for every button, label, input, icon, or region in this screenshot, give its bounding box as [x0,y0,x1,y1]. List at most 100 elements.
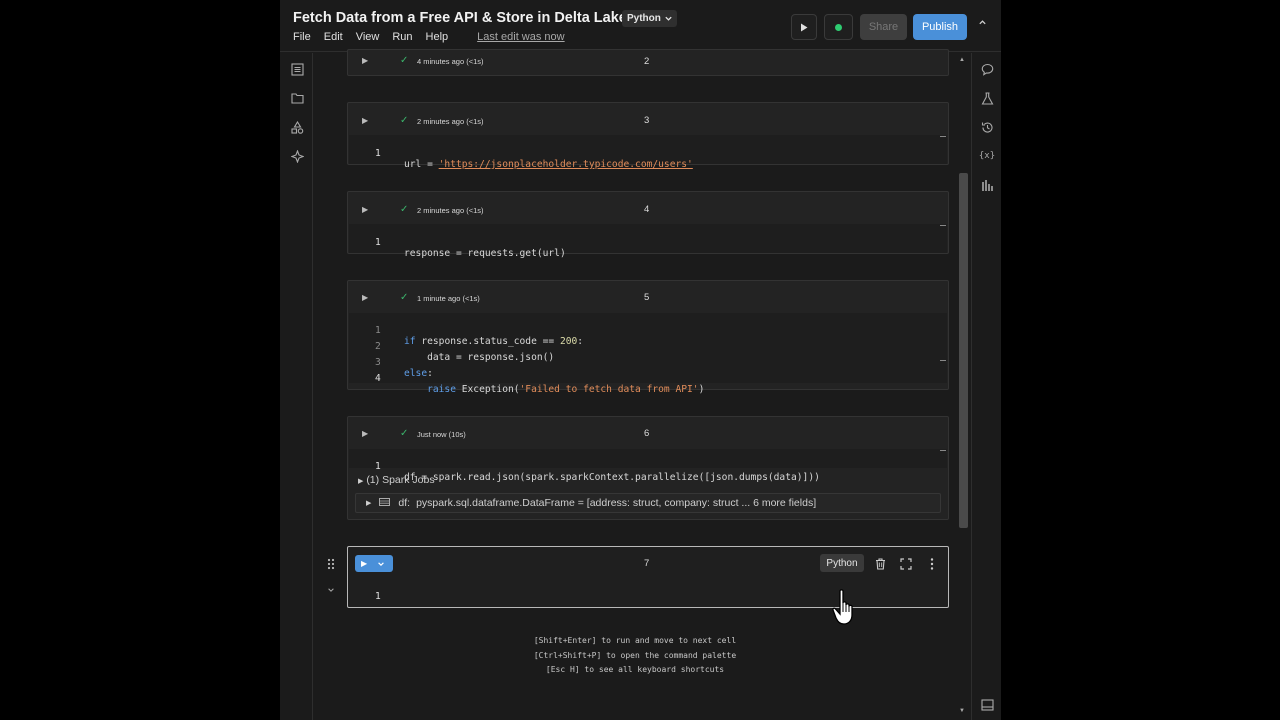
dataframe-name: df: [398,497,411,509]
expand-icon[interactable] [900,557,912,575]
cell-number: 4 [644,204,650,215]
notebook-title[interactable]: Fetch Data from a Free API & Store in De… [293,10,627,26]
panel-toggle-icon[interactable] [979,697,995,713]
assistant-sparkle-icon[interactable] [289,148,305,164]
play-icon [801,23,808,31]
cell-status: 1 minute ago (<1s) [417,294,480,303]
scroll-up-icon[interactable]: ▲ [959,57,965,63]
cell-status: 4 minutes ago (<1s) [417,57,484,66]
success-check-icon: ✓ [400,115,409,126]
code-editor[interactable]: 1 df = spark.read.json(spark.sparkContex… [349,449,947,483]
code-text: df = spark.read.json(spark.sparkContext.… [404,472,820,483]
code-editor[interactable]: 1 if response.status_code == 200: 2 data… [349,313,947,395]
code-line: 3 else: [349,346,947,379]
caret-right-icon: ▶ [366,500,372,507]
code-fragment: url = [404,159,439,170]
publish-button[interactable]: Publish [913,14,967,40]
chevron-down-icon [378,561,384,566]
more-options-icon[interactable] [930,557,934,575]
share-button[interactable]: Share [860,14,907,40]
hint-line: [Ctrl+Shift+P] to open the command palet… [533,650,737,660]
right-sidebar: {x} [971,53,1001,720]
code-keyword: raise [404,384,456,395]
code-fragment: Exception( [455,384,520,395]
spark-jobs-toggle[interactable]: ▶ (1) Spark Jobs [358,474,435,486]
code-line: 4 raise Exception('Failed to fetch data … [349,362,947,395]
left-sidebar [280,53,313,720]
chevron-up-icon[interactable] [978,18,987,30]
scroll-down-icon[interactable]: ▼ [959,708,965,714]
line-number: 1 [375,237,381,248]
notebook-cell[interactable]: ▶ ✓ 2 minutes ago (<1s) 4 1 response = r… [347,191,949,259]
success-check-icon: ✓ [400,204,409,215]
code-string: 'https://jsonplaceholder.typicode.com/us… [438,159,693,170]
code-editor[interactable]: 1 url = 'https://jsonplaceholder.typicod… [349,135,947,170]
run-all-button[interactable] [791,14,817,40]
bar-chart-icon[interactable] [979,177,995,193]
notebook-cell[interactable]: ▶ ✓ 2 minutes ago (<1s) 3 1 url = 'https… [347,102,949,170]
cell-language-button[interactable]: Python [820,554,864,572]
experiment-flask-icon[interactable] [979,90,995,106]
line-number: 1 [375,461,381,472]
code-line: 1 url = 'https://jsonplaceholder.typicod… [349,137,947,170]
run-cell-icon[interactable]: ▶ [362,293,368,302]
menu-file[interactable]: File [293,31,311,43]
chevron-down-icon [665,16,672,21]
success-check-icon: ✓ [400,428,409,439]
cell-status: 2 minutes ago (<1s) [417,206,484,215]
code-editor[interactable]: 1 response = requests.get(url) [349,224,947,259]
dataframe-output[interactable]: ▶ df: pyspark.sql.dataframe.DataFrame = … [355,493,941,513]
compute-status-button[interactable] [824,14,853,40]
trash-icon[interactable] [875,557,886,575]
code-fragment: ) [698,384,705,395]
keyboard-hints: [Shift+Enter] to run and move to next ce… [280,634,990,678]
run-cell-icon[interactable]: ▶ [362,116,368,125]
notebook-window: Fetch Data from a Free API & Store in De… [280,0,1001,720]
cell-status: 2 minutes ago (<1s) [417,117,484,126]
line-number: 1 [375,591,381,602]
menu-help[interactable]: Help [426,31,449,43]
line-number: 1 [375,148,381,159]
hint-line: [Esc H] to see all keyboard shortcuts [545,665,725,674]
notebook-cell[interactable]: ▶ ✓ Just now (10s) 6 1 df = spark.read.j… [347,416,949,520]
scroll-marker [940,360,946,361]
menu-edit[interactable]: Edit [324,31,343,43]
code-string: 'Failed to fetch data from API' [519,384,699,395]
vertical-scrollbar[interactable]: ▲ ▼ [957,53,970,720]
code-text: raise Exception('Failed to fetch data fr… [404,384,704,395]
language-selector[interactable]: Python [622,10,677,27]
notebook-cell[interactable]: ▶ ✓ 1 minute ago (<1s) 5 1 if response.s… [347,280,949,395]
table-icon [379,497,391,509]
code-text: response = requests.get(url) [404,248,566,259]
menu-bar: File Edit View Run Help Last edit was no… [293,31,565,43]
success-check-icon: ✓ [400,292,409,303]
comment-icon[interactable] [979,61,995,77]
menu-view[interactable]: View [356,31,380,43]
code-line: 1 df = spark.read.json(spark.sparkContex… [349,450,947,483]
hint-line: [Shift+Enter] to run and move to next ce… [533,636,737,645]
shapes-icon[interactable] [289,119,305,135]
code-text: url = 'https://jsonplaceholder.typicode.… [404,159,693,170]
folder-icon[interactable] [289,90,305,106]
menu-run[interactable]: Run [392,31,412,43]
scroll-thumb[interactable] [959,173,968,528]
variables-icon[interactable]: {x} [979,148,995,164]
run-cell-dropdown-button[interactable]: ▶ [355,555,393,572]
scroll-marker [940,450,946,451]
last-edit-link[interactable]: Last edit was now [477,31,564,43]
collapse-cell-icon[interactable] [327,581,335,599]
run-cell-icon[interactable]: ▶ [362,56,368,65]
code-line: 2 data = response.json() [349,330,947,363]
history-icon[interactable] [979,119,995,135]
cell-number: 6 [644,428,650,439]
spark-jobs-label: (1) Spark Jobs [366,474,435,486]
cell-number: 3 [644,115,650,126]
run-cell-icon[interactable]: ▶ [362,429,368,438]
notebook-cell[interactable]: ▶ ✓ 4 minutes ago (<1s) 2 [347,49,949,76]
play-icon: ▶ [361,559,368,568]
drag-handle-icon[interactable] [327,557,335,570]
header-bar: Fetch Data from a Free API & Store in De… [280,0,1001,52]
run-cell-icon[interactable]: ▶ [362,205,368,214]
table-of-contents-icon[interactable] [289,61,305,77]
caret-right-icon: ▶ [358,478,364,485]
